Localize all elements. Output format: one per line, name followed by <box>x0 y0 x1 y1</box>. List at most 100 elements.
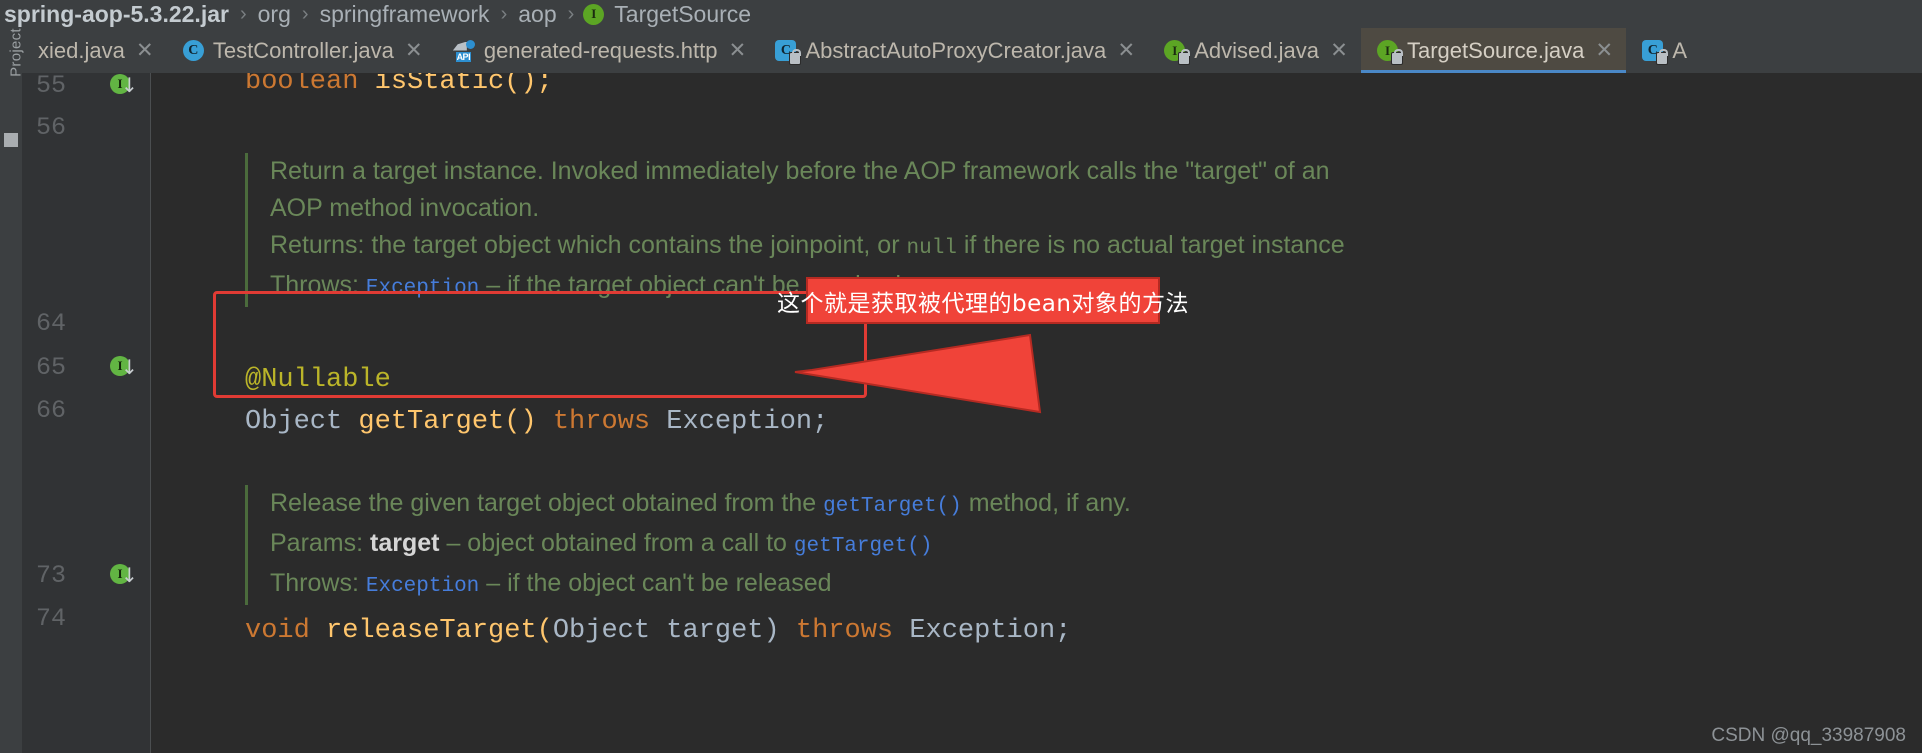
close-icon[interactable]: ✕ <box>727 28 747 73</box>
tab-abstractautoproxycreator-java[interactable]: C AbstractAutoProxyCreator.java ✕ <box>759 28 1148 73</box>
line-number: 74 <box>36 604 67 633</box>
javadoc-returns-label: Returns: <box>270 231 365 259</box>
keyword-throws: throws <box>536 407 651 437</box>
tab-label: TestController.java <box>212 38 394 63</box>
javadoc-throws-link-exception[interactable]: Exception <box>366 575 479 598</box>
annotation-callout-text: 这个就是获取被代理的bean对象的方法 <box>777 290 1189 317</box>
javadoc-params-label: Params: <box>270 529 364 557</box>
close-icon[interactable]: ✕ <box>1329 28 1349 73</box>
breadcrumb-item-springframework[interactable]: springframework <box>318 0 492 28</box>
tab-label: TargetSource.java <box>1407 38 1585 63</box>
http-request-icon: API <box>452 39 475 62</box>
keyword-boolean: boolean <box>245 73 359 97</box>
tab-label: A <box>1672 38 1688 63</box>
class-locked-icon: C <box>1642 40 1669 64</box>
javadoc-returns-text-b: if there is no actual target instance <box>956 231 1345 259</box>
breadcrumb-item-targetsource[interactable]: TargetSource <box>612 0 753 28</box>
keyword-throws: throws <box>779 616 894 646</box>
breadcrumb-separator: › <box>567 3 575 25</box>
code-editor[interactable]: 55 I ↓ 56 64 65 I ↓ 66 73 I ↓ 74 boolean… <box>22 73 1922 753</box>
annotation-nullable: @Nullable <box>245 365 391 395</box>
tab-testcontroller-java[interactable]: C TestController.java ✕ <box>167 28 436 73</box>
close-icon[interactable]: ✕ <box>1116 28 1136 73</box>
left-tool-window-strip[interactable]: Project <box>0 28 25 753</box>
tab-next-partial[interactable]: C A <box>1626 28 1709 73</box>
param-name-target: target) <box>650 616 780 646</box>
breadcrumb-item-org[interactable]: org <box>256 0 293 28</box>
annotation-callout: 这个就是获取被代理的bean对象的方法 <box>777 277 1188 324</box>
method-name-gettarget: getTarget() <box>342 407 537 437</box>
gutter-line: 66 <box>22 390 150 432</box>
line-number: 56 <box>36 113 67 142</box>
tab-targetsource-java[interactable]: I TargetSource.java ✕ <box>1361 28 1627 73</box>
code-line-65-gettarget: Object getTarget() throws Exception; <box>245 401 828 443</box>
code-line-64-nullable: @Nullable <box>245 359 391 401</box>
gutter-divider <box>150 73 151 753</box>
tab-label: generated-requests.http <box>483 38 718 63</box>
line-number: 55 <box>36 73 67 100</box>
breadcrumb-separator: › <box>301 3 309 25</box>
watermark: CSDN @qq_33987908 <box>1711 725 1906 746</box>
javadoc-summary-line-2: AOP method invocation. <box>270 194 540 222</box>
tab-label: Advised.java <box>1194 38 1319 63</box>
breadcrumb-separator: › <box>239 3 247 25</box>
javadoc-throws-label: Throws: <box>270 569 359 597</box>
implemented-method-marker-icon[interactable]: I ↓ <box>110 564 138 585</box>
javadoc-block-releasetarget: Release the given target object obtained… <box>245 485 1245 605</box>
breadcrumb-separator: › <box>500 3 508 25</box>
code-line-55: boolean isStatic(); <box>245 73 553 103</box>
javadoc-throws-label: Throws: <box>270 271 359 299</box>
tab-label: xied.java <box>38 38 125 63</box>
close-icon[interactable]: ✕ <box>1594 28 1614 73</box>
type-exception: Exception; <box>893 616 1072 646</box>
interface-locked-icon: I <box>1377 40 1403 64</box>
tab-generated-requests-http[interactable]: API generated-requests.http ✕ <box>436 28 760 73</box>
editor-gutter[interactable]: 55 I ↓ 56 64 65 I ↓ 66 73 I ↓ 74 <box>22 73 150 753</box>
tool-window-button-project[interactable]: Project <box>8 23 25 83</box>
javadoc-params-line: Params: target – object obtained from a … <box>270 525 1245 565</box>
gutter-line: 64 <box>22 303 150 345</box>
javadoc-summary-line-1: Return a target instance. Invoked immedi… <box>270 157 1330 185</box>
code-line-73-releasetarget: void releaseTarget(Object target) throws… <box>245 610 1071 652</box>
javadoc-release-text-a: Release the given target object obtained… <box>270 489 824 517</box>
class-icon: C <box>182 40 204 61</box>
editor-tab-bar: xied.java ✕ C TestController.java ✕ API … <box>0 28 1922 73</box>
javadoc-throws-link-exception[interactable]: Exception <box>366 277 479 300</box>
type-exception: Exception; <box>650 407 829 437</box>
line-number: 73 <box>36 561 67 590</box>
implemented-method-marker-icon[interactable]: I ↓ <box>110 356 138 377</box>
method-name-releasetarget: releaseTarget( <box>309 616 553 646</box>
implemented-method-marker-icon[interactable]: I ↓ <box>110 74 138 95</box>
javadoc-returns-line: Returns: the target object which contain… <box>270 227 1445 267</box>
close-icon[interactable]: ✕ <box>404 28 424 73</box>
close-icon[interactable]: ✕ <box>135 28 155 73</box>
javadoc-param-name-target: target <box>370 529 440 557</box>
line-number: 66 <box>36 396 67 425</box>
javadoc-link-gettarget[interactable]: getTarget() <box>823 495 962 518</box>
javadoc-release-text-b: method, if any. <box>961 489 1131 517</box>
gutter-line: 56 <box>22 107 150 149</box>
line-number: 65 <box>36 353 67 382</box>
down-arrow-icon: ↓ <box>121 73 138 97</box>
javadoc-release-summary: Release the given target object obtained… <box>270 485 1245 525</box>
class-locked-icon: C <box>775 40 802 64</box>
breadcrumb-item-jar[interactable]: spring-aop-5.3.22.jar <box>2 0 231 28</box>
down-arrow-icon: ↓ <box>121 563 138 587</box>
javadoc-link-gettarget[interactable]: getTarget() <box>794 535 933 558</box>
interface-icon: I <box>583 3 612 25</box>
line-number: 64 <box>36 309 67 338</box>
structure-icon[interactable] <box>4 133 18 147</box>
down-arrow-icon: ↓ <box>121 355 138 379</box>
gutter-line: 74 <box>22 598 150 640</box>
param-type-object: Object <box>552 616 651 646</box>
javadoc-returns-text-a: the target object which contains the joi… <box>364 231 907 259</box>
breadcrumb[interactable]: spring-aop-5.3.22.jar › org › springfram… <box>0 0 1922 28</box>
javadoc-null-literal: null <box>906 237 957 260</box>
breadcrumb-item-aop[interactable]: aop <box>516 0 558 28</box>
javadoc-params-text: – object obtained from a call to <box>439 529 794 557</box>
method-name-isstatic: isStatic(); <box>358 73 553 97</box>
code-content[interactable]: boolean isStatic(); Return a target inst… <box>150 73 1922 753</box>
gutter-line: 55 I ↓ <box>22 73 150 107</box>
tab-advised-java[interactable]: I Advised.java ✕ <box>1148 28 1361 73</box>
tab-xied-java[interactable]: xied.java ✕ <box>22 28 167 73</box>
